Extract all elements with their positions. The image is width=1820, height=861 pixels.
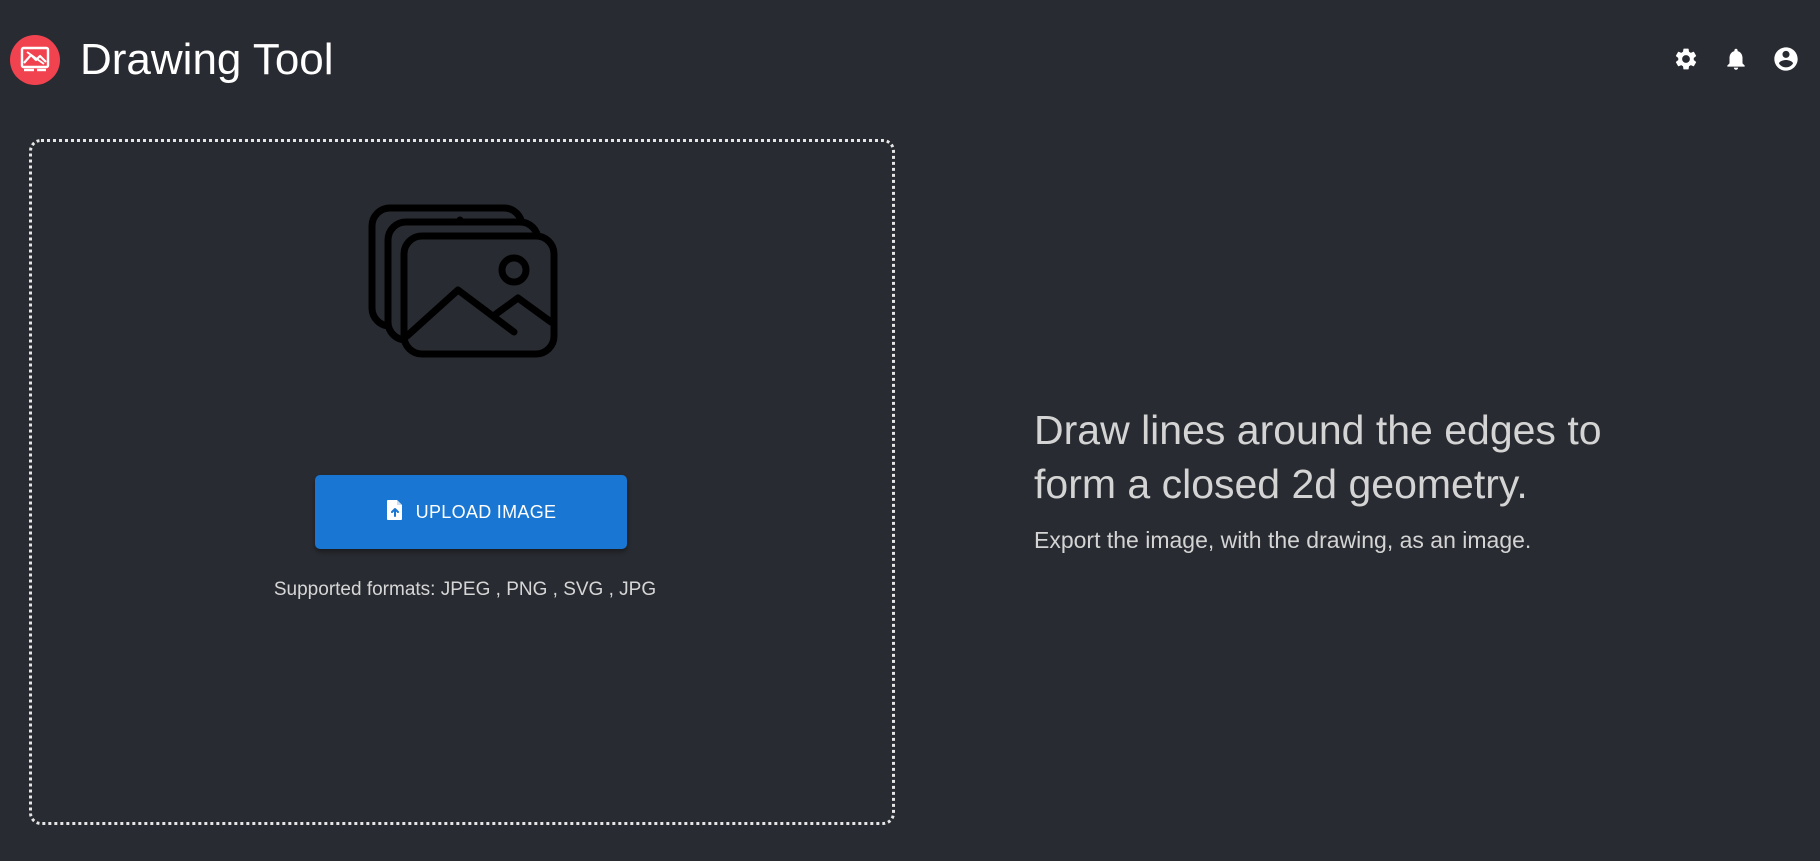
file-upload-icon bbox=[386, 499, 404, 526]
instructions-subtext: Export the image, with the drawing, as a… bbox=[1034, 527, 1532, 553]
account-circle-icon[interactable] bbox=[1772, 45, 1800, 73]
instructions-headline: Draw lines around the edges to form a cl… bbox=[1034, 407, 1602, 507]
image-dropzone[interactable]: UPLOAD IMAGE Supported formats: JPEG , P… bbox=[29, 139, 895, 825]
header-actions bbox=[1672, 45, 1800, 73]
gear-icon[interactable] bbox=[1672, 45, 1700, 73]
upload-button-label: UPLOAD IMAGE bbox=[415, 501, 557, 522]
app-page: Drawing Tool UPLOAD IMAGE Supported form… bbox=[0, 0, 1820, 861]
drawing-tool-logo-icon[interactable] bbox=[10, 35, 60, 85]
supported-formats-text: Supported formats: JPEG , PNG , SVG , JP… bbox=[273, 579, 657, 600]
app-title: Drawing Tool bbox=[80, 35, 334, 84]
app-header: Drawing Tool bbox=[0, 0, 1820, 120]
bell-icon[interactable] bbox=[1722, 45, 1750, 73]
upload-image-button[interactable]: UPLOAD IMAGE bbox=[315, 475, 627, 549]
image-stack-icon bbox=[368, 202, 568, 372]
